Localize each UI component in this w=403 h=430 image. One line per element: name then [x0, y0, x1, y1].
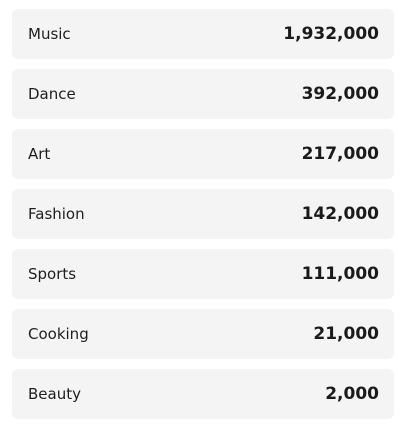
category-label: Dance: [28, 85, 76, 103]
category-label: Cooking: [28, 325, 89, 343]
list-item-sports[interactable]: Sports 111,000: [12, 249, 394, 299]
category-label: Art: [28, 145, 51, 163]
category-label: Sports: [28, 265, 77, 283]
list-item-beauty[interactable]: Beauty 2,000: [12, 369, 394, 419]
category-count: 217,000: [301, 144, 379, 164]
category-count: 2,000: [325, 384, 379, 404]
category-list: Music 1,932,000 Dance 392,000 Art 217,00…: [0, 0, 403, 430]
list-item-art[interactable]: Art 217,000: [12, 129, 394, 179]
list-item-fashion[interactable]: Fashion 142,000: [12, 189, 394, 239]
category-count: 392,000: [301, 84, 379, 104]
category-count: 1,932,000: [283, 24, 379, 44]
category-label: Music: [28, 25, 71, 43]
list-item-dance[interactable]: Dance 392,000: [12, 69, 394, 119]
category-count: 142,000: [301, 204, 379, 224]
list-item-cooking[interactable]: Cooking 21,000: [12, 309, 394, 359]
category-label: Beauty: [28, 385, 81, 403]
category-label: Fashion: [28, 205, 85, 223]
category-count: 111,000: [301, 264, 379, 284]
category-count: 21,000: [313, 324, 379, 344]
list-item-music[interactable]: Music 1,932,000: [12, 9, 394, 59]
